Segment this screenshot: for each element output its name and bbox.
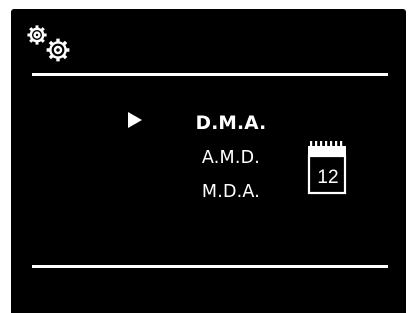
date-format-option-mda[interactable]: M.D.A. bbox=[171, 181, 291, 203]
header-divider bbox=[32, 73, 388, 76]
date-format-option-dma[interactable]: D.M.A. bbox=[171, 113, 291, 135]
display-screen: D.M.A. A.M.D. M.D.A. 12 bbox=[11, 9, 406, 313]
calendar-day-number: 12 bbox=[317, 167, 339, 188]
settings-gears-icon bbox=[27, 25, 70, 62]
calendar-icon: 12 bbox=[305, 137, 351, 195]
footer-divider bbox=[32, 265, 388, 268]
date-format-option-amd[interactable]: A.M.D. bbox=[171, 147, 291, 169]
right-triangle-icon bbox=[128, 112, 142, 128]
